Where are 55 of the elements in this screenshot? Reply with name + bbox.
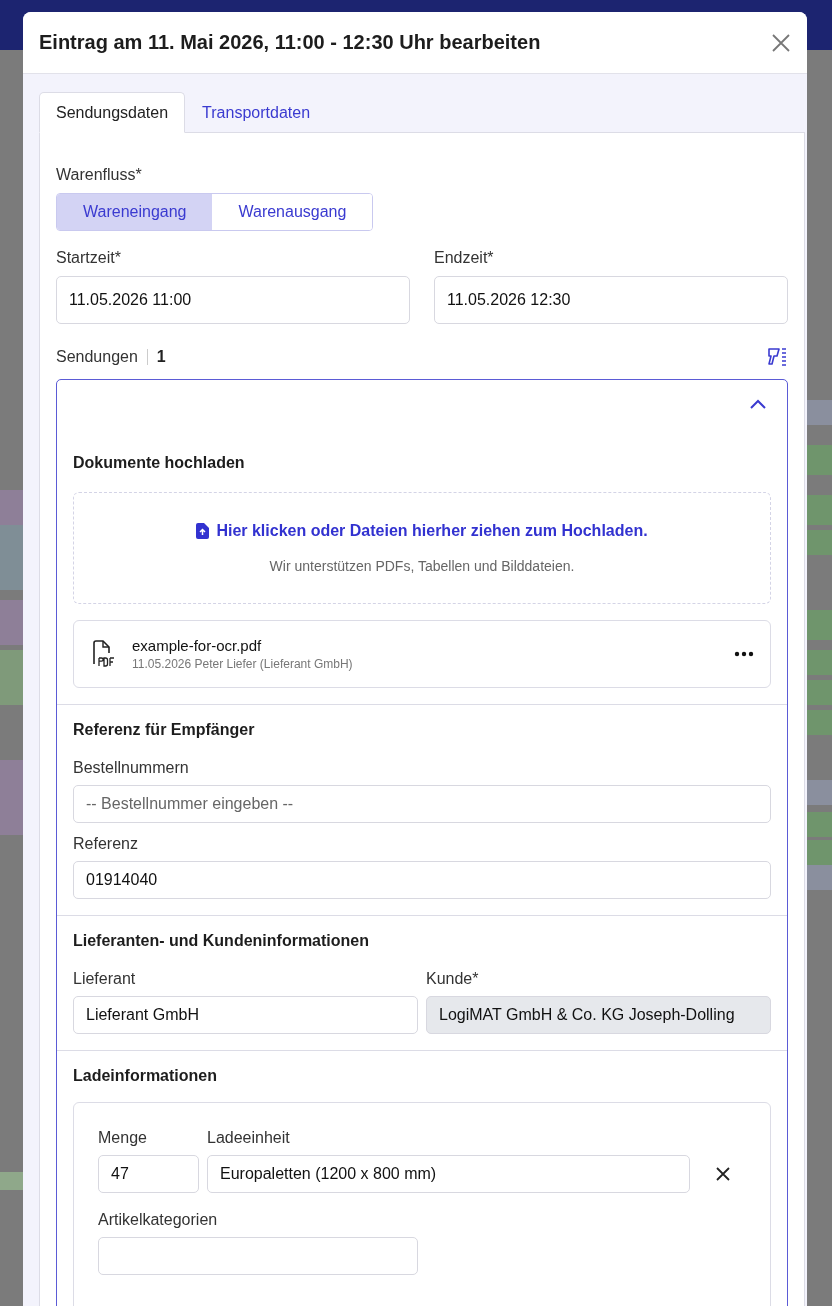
calendar-entry [807,400,832,425]
input-field[interactable]: Lieferant GmbH [73,996,418,1034]
section-heading: Ladeinformationen [73,1067,218,1085]
upload-link[interactable]: Hier klicken oder Dateien hierher ziehen zum Hochladen. [216,522,648,540]
upload-dropzone[interactable]: Hier klicken oder Dateien hierher ziehen zum Hochladen. Wir unterstützen PDFs, Tabellen und Bilddateien. [73,492,771,604]
field-label: Warenfluss* [56,166,142,184]
input-field[interactable]: 47 [98,1155,199,1193]
close-icon[interactable] [771,32,791,53]
file-upload-icon [196,523,210,539]
file-meta: 11.05.2026 Peter Liefer (Lieferant GmbH) [132,657,354,671]
section-label: Sendungen [56,348,138,366]
input-field[interactable]: 01914040 [73,861,771,899]
field-label: Ladeeinheit [207,1129,290,1147]
field-label: Menge [98,1129,147,1147]
scanner-icon[interactable] [766,347,788,367]
datetime-field[interactable]: 11.05.2026 11:00 [56,276,410,324]
calendar-entry [807,710,832,735]
field-label: Referenz [73,835,138,853]
file-name: example-for-ocr.pdf [132,637,263,654]
section-heading: Lieferanten- und Kundeninformationen [73,932,370,950]
more-icon[interactable] [734,651,754,657]
field-label: Kunde* [426,970,479,988]
input-field[interactable]: -- Bestellnummer eingeben -- [73,785,771,823]
tab[interactable]: Sendungsdaten [39,92,186,133]
datetime-field[interactable]: 11.05.2026 12:30 [434,276,788,324]
remove-icon[interactable] [716,1167,730,1181]
calendar-entry [0,1172,23,1190]
calendar-entry [807,650,832,675]
field-label: Startzeit* [56,249,121,267]
field-label: Endzeit* [434,249,494,267]
calendar-entry [807,812,832,837]
section-heading: Referenz für Empfänger [73,721,256,739]
toggle-option[interactable]: Wareneingang [57,194,213,230]
calendar-entry [807,530,832,555]
input-field[interactable] [98,1237,418,1275]
calendar-entry [807,610,832,640]
dialog-title: Eintrag am 11. Mai 2026, 11:00 - 12:30 Uhr bearbeiten [39,31,541,54]
input-field[interactable]: Europaletten (1200 x 800 mm) [207,1155,690,1193]
field-label: Artikelkategorien [98,1211,218,1229]
calendar-entry [807,780,832,805]
chevron-up-icon[interactable] [749,398,767,410]
calendar-entry [807,680,832,705]
calendar-entry [807,445,832,475]
section-heading: Dokumente hochladen [73,454,246,472]
calendar-entry [807,495,832,525]
calendar-entry [807,865,832,890]
upload-hint: Wir unterstützen PDFs, Tabellen und Bilddateien. [269,558,575,574]
calendar-entry [807,840,832,865]
field-label: Lieferant [73,970,136,988]
field-label: Bestellnummern [73,759,189,777]
calendar-entry [0,650,23,705]
shipment-count: 1 [156,348,166,366]
calendar-entry [0,600,23,645]
tab[interactable]: Transportdaten [185,92,328,133]
pdf-file-icon [90,640,116,668]
